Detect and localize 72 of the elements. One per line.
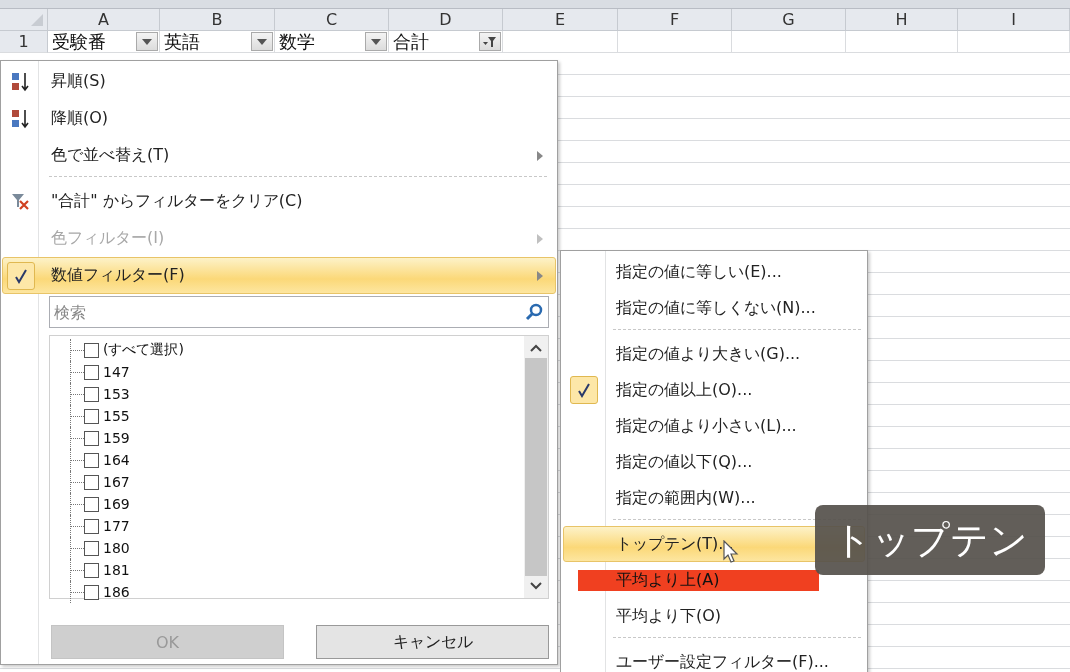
- value-label[interactable]: 159: [103, 430, 130, 446]
- column-header[interactable]: E: [503, 9, 618, 31]
- caption: トップテン: [815, 505, 1045, 575]
- menu-item[interactable]: 昇順(S): [2, 63, 556, 100]
- checkbox[interactable]: [84, 452, 99, 468]
- menu-item[interactable]: 降順(O): [2, 100, 556, 137]
- table-cell-text: 受験番: [51, 31, 106, 52]
- checkbox[interactable]: [84, 430, 99, 446]
- search-icon: [525, 303, 543, 321]
- submenu-arrow-icon: [537, 233, 543, 244]
- table-cell-text: 英語: [163, 31, 200, 52]
- caret-icon: [371, 38, 381, 45]
- submenu-arrow-icon: [537, 150, 543, 161]
- value-label[interactable]: 186: [103, 584, 130, 600]
- menu-item[interactable]: 数値フィルター(F): [2, 257, 556, 294]
- search-field[interactable]: 検索: [49, 296, 549, 328]
- column-header[interactable]: H: [846, 9, 958, 31]
- sort-descending-icon: [10, 107, 32, 130]
- sort-ascending-icon: [10, 70, 32, 93]
- clear-filter-icon: [11, 192, 31, 211]
- value-label[interactable]: 180: [103, 540, 130, 556]
- column-header[interactable]: A: [48, 9, 160, 31]
- value-label[interactable]: 153: [103, 386, 130, 402]
- column-header[interactable]: I: [958, 9, 1070, 31]
- caret-icon: [142, 38, 152, 45]
- checkbox[interactable]: [84, 540, 99, 556]
- value-label[interactable]: 177: [103, 518, 130, 534]
- cancel-button[interactable]: キャンセル: [316, 625, 549, 659]
- checkbox[interactable]: [84, 364, 99, 380]
- checkbox[interactable]: [84, 562, 99, 578]
- checkbox[interactable]: [84, 584, 99, 600]
- value-label[interactable]: 155: [103, 408, 130, 424]
- column-header[interactable]: G: [732, 9, 846, 31]
- dropdown-button[interactable]: [136, 32, 158, 51]
- value-label[interactable]: 181: [103, 562, 130, 578]
- menu-item[interactable]: 色で並べ替え(T): [2, 137, 556, 174]
- menu-item[interactable]: 指定の値以下(Q)...: [563, 444, 865, 480]
- column-header[interactable]: D: [389, 9, 503, 31]
- table-cell-text: 合計: [392, 31, 429, 52]
- menu-item[interactable]: "合計" からフィルターをクリア(C): [2, 183, 556, 220]
- value-label[interactable]: 169: [103, 496, 130, 512]
- row-header[interactable]: 1: [0, 31, 48, 53]
- checkbox[interactable]: [84, 386, 99, 402]
- menu-item[interactable]: 指定の値に等しくない(N)...: [563, 290, 865, 326]
- checkbox[interactable]: [84, 518, 99, 534]
- checkbox[interactable]: [84, 474, 99, 490]
- column-header[interactable]: B: [160, 9, 275, 31]
- caret-icon: [257, 38, 267, 45]
- value-label[interactable]: 147: [103, 364, 130, 380]
- table-cell-text: 数学: [278, 31, 315, 52]
- submenu-arrow-icon: [537, 270, 543, 281]
- column-header[interactable]: F: [618, 9, 732, 31]
- checkbox[interactable]: [84, 408, 99, 424]
- value-label[interactable]: (すべて選択): [103, 341, 184, 359]
- menu-item[interactable]: ユーザー設定フィルター(F)...: [563, 644, 865, 672]
- filter-button[interactable]: [479, 32, 501, 51]
- dropdown-button[interactable]: [251, 32, 273, 51]
- scroll-up-icon[interactable]: [530, 344, 542, 352]
- menu-item[interactable]: 指定の値より小さい(L)...: [563, 408, 865, 444]
- menu-item[interactable]: 指定の値以上(O)...: [563, 372, 865, 408]
- column-header[interactable]: C: [275, 9, 389, 31]
- checkbox[interactable]: [84, 496, 99, 512]
- scroll-down-icon[interactable]: [530, 582, 542, 590]
- menu-item[interactable]: 指定の値に等しい(E)...: [563, 254, 865, 290]
- value-label[interactable]: 167: [103, 474, 130, 490]
- value-label[interactable]: 164: [103, 452, 130, 468]
- menu-item[interactable]: 指定の値より大きい(G)...: [563, 336, 865, 372]
- filter-icon: [483, 35, 497, 48]
- dropdown-button[interactable]: [365, 32, 387, 51]
- checkbox[interactable]: [84, 342, 99, 358]
- menu-item[interactable]: 平均より下(O): [563, 598, 865, 634]
- scrollbar[interactable]: [524, 336, 548, 598]
